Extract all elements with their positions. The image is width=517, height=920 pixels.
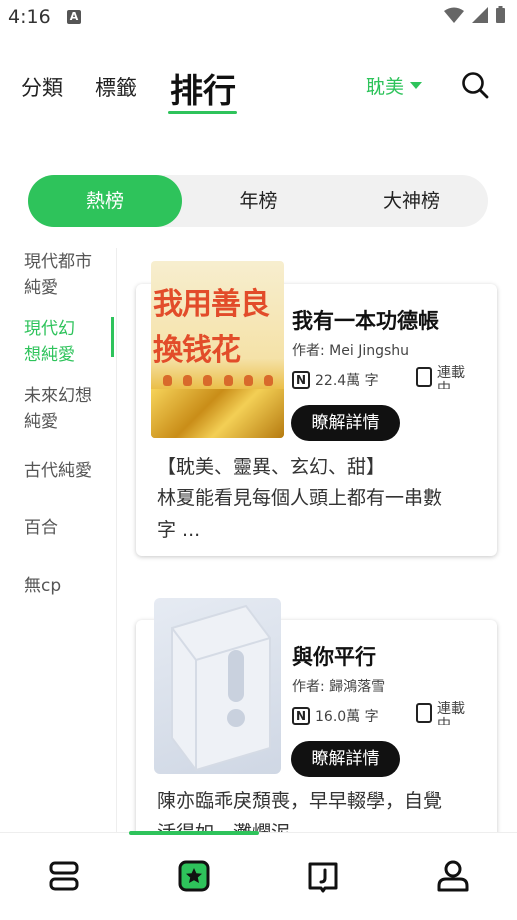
book-icon[interactable] (306, 858, 340, 894)
signal-icon (472, 6, 488, 23)
sidebar-item-future-fantasy[interactable]: 未來幻想 純愛 (24, 383, 104, 435)
word-count: N 16.0萬 字 (292, 706, 379, 726)
sidebar-item-yuri[interactable]: 百合 (24, 515, 104, 541)
sidebar-item-no-cp[interactable]: 無cp (24, 573, 104, 599)
word-count-icon: N (292, 707, 310, 725)
nav-active-indicator (129, 831, 259, 835)
tab-ranking[interactable]: 排行 (170, 64, 236, 112)
details-button[interactable]: 瞭解詳情 (291, 741, 400, 777)
book-cover-placeholder[interactable] (154, 598, 281, 774)
segment-yearly[interactable]: 年榜 (182, 175, 335, 227)
status-icons (444, 6, 505, 23)
book-title[interactable]: 與你平行 (292, 641, 376, 671)
sidebar-divider (116, 248, 117, 838)
book-description-more: 字 ... (157, 519, 201, 541)
book-description: 陳亦臨乖戾頹喪，早早輟學，自覺 (157, 790, 443, 812)
serial-status: 連載中 (416, 365, 469, 389)
tab-tags[interactable]: 標籤 (95, 72, 137, 102)
sidebar-item-modern-fantasy[interactable]: 現代幻 想純愛 (24, 316, 104, 368)
book-title[interactable]: 我有一本功德帳 (292, 305, 439, 335)
gold-decoration (151, 389, 284, 438)
sidebar-item-modern-urban[interactable]: 現代都市 純愛 (24, 249, 104, 301)
battery-icon (496, 6, 505, 23)
details-button[interactable]: 瞭解詳情 (291, 405, 400, 441)
book-cover[interactable]: 我用善良 換钱花 (151, 261, 284, 438)
book-status-icon (416, 703, 432, 723)
serial-status: 連載中 (416, 701, 469, 725)
book-description: 林夏能看見每個人頭上都有一串數 (157, 487, 443, 509)
word-count-icon: N (292, 371, 310, 389)
genre-dropdown[interactable]: 耽美 (366, 72, 423, 99)
sidebar-item-ancient[interactable]: 古代純愛 (24, 458, 104, 484)
active-tab-underline (168, 111, 237, 114)
money-bags-decoration (163, 375, 273, 389)
book-author: 作者: 歸鴻落雪 (292, 679, 386, 695)
sidebar-active-indicator (111, 317, 114, 357)
segment-master[interactable]: 大神榜 (335, 175, 488, 227)
genre-label: 耽美 (366, 76, 405, 98)
cover-title-line1: 我用善良 (153, 287, 270, 322)
ranking-segment-control: 熱榜 年榜 大神榜 (28, 175, 488, 227)
segment-hot[interactable]: 熱榜 (28, 175, 182, 227)
search-icon[interactable] (460, 70, 490, 100)
bookshelf-icon[interactable] (47, 858, 81, 894)
placeholder-book-icon (171, 604, 271, 772)
tab-category[interactable]: 分類 (21, 72, 63, 102)
book-author: 作者: Mei Jingshu (292, 343, 410, 359)
ranking-icon[interactable] (177, 858, 211, 894)
book-status-icon (416, 367, 432, 387)
status-time: 4:16 (8, 6, 51, 28)
wifi-icon (444, 7, 464, 23)
profile-icon[interactable] (436, 858, 470, 894)
caret-down-icon (410, 82, 423, 89)
word-count: N 22.4萬 字 (292, 370, 379, 390)
notification-a-icon: A (67, 10, 81, 24)
cover-title-line2: 換钱花 (153, 333, 241, 368)
book-tags: 【耽美、靈異、玄幻、甜】 (157, 456, 386, 478)
